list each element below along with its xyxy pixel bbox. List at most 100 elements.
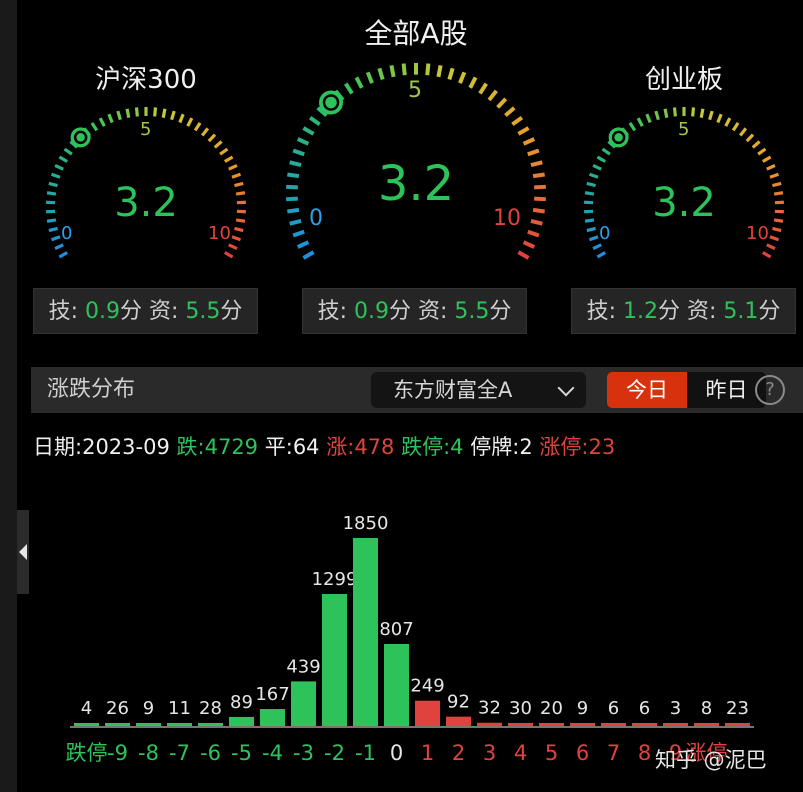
fund-unit: 分 xyxy=(220,299,243,324)
fund-unit: 分 xyxy=(758,299,781,324)
gauge-tick xyxy=(231,172,242,179)
gauge-tick xyxy=(468,76,478,89)
gauge-chinext: 创业板 5 3.2 0 10 xyxy=(574,55,794,285)
gauge-tick xyxy=(153,107,158,117)
left-panel-strip xyxy=(0,0,17,792)
gauge-tick xyxy=(601,147,611,156)
bar[interactable] xyxy=(198,723,223,726)
bar[interactable] xyxy=(570,723,595,726)
gauge-tick xyxy=(588,235,599,242)
bar-value-label: 26 xyxy=(106,698,129,719)
bar[interactable] xyxy=(539,723,564,726)
x-tick-label: -2 xyxy=(324,741,345,765)
bar[interactable] xyxy=(632,723,657,726)
gauge-tick xyxy=(48,226,58,233)
fund-label: 资: xyxy=(687,299,717,324)
x-tick-label: 1 xyxy=(421,741,434,765)
gauge-score: 3.2 xyxy=(377,156,455,212)
distribution-bar-chart: 4 26 9 11 28 89 1674391299185080724992 32 30 20 9 6… xyxy=(66,513,754,765)
bar[interactable] xyxy=(725,723,750,726)
bar[interactable] xyxy=(415,700,440,726)
tech-label: 技: xyxy=(586,299,616,324)
x-tick-label: -1 xyxy=(355,741,376,765)
gauge-tick xyxy=(731,122,740,132)
gauge-tick xyxy=(228,243,238,250)
flat-value: 64 xyxy=(292,435,320,459)
x-tick-label: 5 xyxy=(545,741,558,765)
dropdown-value: 东方财富全A xyxy=(393,378,513,402)
up-label: 涨: xyxy=(326,435,355,459)
gauge-tick xyxy=(522,240,536,249)
suspended-value: 2 xyxy=(519,435,533,459)
gauge-max-label: 10 xyxy=(493,206,521,231)
bar-value-label: 1850 xyxy=(343,513,389,534)
bar-value-label: 807 xyxy=(379,619,413,640)
bar[interactable] xyxy=(229,716,254,726)
gauge-tick xyxy=(527,229,540,238)
gauge-tick xyxy=(234,226,244,233)
help-icon[interactable]: ? xyxy=(755,375,785,405)
gauge-tick xyxy=(292,148,305,157)
fund-value: 5.1 xyxy=(723,299,759,324)
gauge-tick xyxy=(672,107,677,117)
gauge-tick xyxy=(50,235,61,242)
gauge-tick xyxy=(302,126,315,136)
gauge-tick xyxy=(134,107,139,117)
gauge-tick xyxy=(178,113,185,124)
bar[interactable] xyxy=(694,723,719,726)
gauge-tick xyxy=(161,108,167,118)
bar[interactable] xyxy=(477,722,502,726)
tech-value: 1.2 xyxy=(622,299,658,324)
x-tick-label: 3 xyxy=(483,741,496,765)
gauge-tick xyxy=(517,250,530,260)
gauge-tick xyxy=(224,251,234,259)
gauge-tick xyxy=(511,115,524,127)
gauge-tick xyxy=(654,110,660,121)
gauge-tick xyxy=(738,127,748,137)
gauge-tick xyxy=(628,122,637,132)
bar[interactable] xyxy=(136,723,161,726)
gauge-tick xyxy=(308,115,321,127)
tab-today[interactable]: 今日 xyxy=(607,372,687,408)
bar[interactable] xyxy=(105,723,130,726)
fund-value: 5.5 xyxy=(185,299,221,324)
gauge-tick xyxy=(762,251,772,259)
gauge-mid-label: 5 xyxy=(140,119,152,140)
gauge-tick xyxy=(496,97,508,109)
collapse-panel-handle[interactable] xyxy=(17,510,29,594)
gauge-tick xyxy=(425,63,431,76)
bar[interactable] xyxy=(663,723,688,726)
bar[interactable] xyxy=(322,593,347,726)
bar[interactable] xyxy=(384,643,409,726)
limit-up-value: 23 xyxy=(588,435,616,459)
bar-value-label: 439 xyxy=(286,656,320,677)
gauge-tick xyxy=(186,117,194,127)
gauge-tick xyxy=(527,148,540,157)
x-tick-label: 4 xyxy=(514,741,527,765)
gauge-tick xyxy=(200,127,210,137)
gauge-tick xyxy=(487,89,498,102)
gauge-tick xyxy=(745,133,755,143)
bar[interactable] xyxy=(446,716,471,726)
gauge-tick xyxy=(458,71,467,84)
gauge-tick xyxy=(170,110,176,121)
x-tick-label: -5 xyxy=(231,741,252,765)
gauge-mid-label: 5 xyxy=(678,119,690,140)
gauge-tick xyxy=(757,147,767,156)
bar[interactable] xyxy=(260,709,285,726)
score-box-hs300: 技: 0.9分 资: 5.5分 xyxy=(33,288,258,334)
bar[interactable] xyxy=(508,722,533,726)
gauge-tick xyxy=(762,155,772,163)
bar[interactable] xyxy=(74,723,99,726)
bar-value-label: 9 xyxy=(143,698,154,719)
bar[interactable] xyxy=(353,538,378,726)
gauge-tick xyxy=(289,218,302,226)
bar[interactable] xyxy=(291,681,316,726)
bar[interactable] xyxy=(167,723,192,726)
bar[interactable] xyxy=(601,723,626,726)
x-tick-label: -4 xyxy=(262,741,283,765)
index-select-dropdown[interactable]: 东方财富全A xyxy=(371,372,586,408)
gauge-mid-label: 5 xyxy=(408,78,422,103)
collapse-arrow-icon xyxy=(19,544,27,560)
limit-down-value: 4 xyxy=(450,435,464,459)
